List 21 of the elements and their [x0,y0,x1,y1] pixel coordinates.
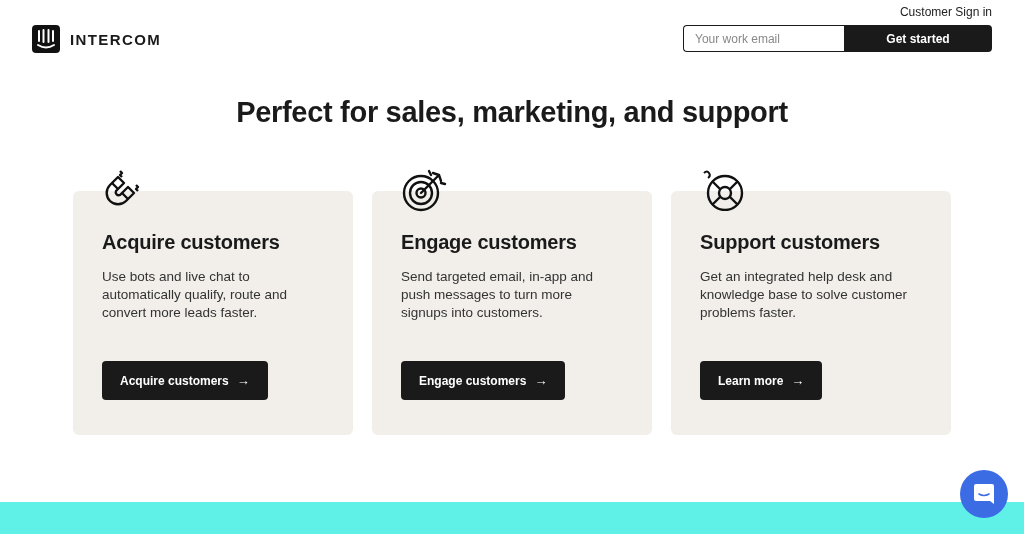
email-field[interactable]: Your work email [683,25,844,52]
arrow-icon: → [236,373,250,388]
card-title: Acquire customers [102,231,281,254]
logo-icon [32,25,60,53]
arrow-icon: → [534,373,548,388]
chat-launcher-button[interactable] [960,470,1008,518]
card-button[interactable]: Engage customers → [401,361,566,400]
card-title: Engage customers [401,231,578,254]
chat-icon [973,483,995,505]
card-description: Get an integrated help desk and knowledge base to solve customer problems faster. [700,268,909,322]
section-heading: Perfect for sales, marketing, and support [235,96,789,129]
card-title: Support customers [700,231,881,254]
arrow-icon: → [791,373,805,388]
target-icon [401,167,447,213]
card-description: Send targeted email, in-app and push messages to turn more signups into customers. [401,268,595,322]
get-started-button[interactable]: Get started [844,25,992,52]
card-description: Use bots and live chat to automatically qualify, route and convert more leads faster. [102,268,289,322]
brand-name: INTERCOM [70,30,162,48]
sign-in-link[interactable]: Customer Sign in [899,5,992,19]
card-button[interactable]: Learn more → [700,361,823,400]
card-button[interactable]: Acquire customers → [102,361,268,400]
